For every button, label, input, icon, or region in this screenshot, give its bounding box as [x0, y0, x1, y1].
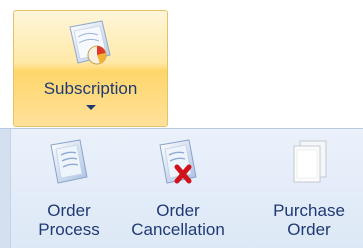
subscription-dropdown: Order Process Order Cancellation Purchas… — [0, 128, 363, 248]
dropdown-arrow-icon[interactable] — [86, 105, 96, 110]
menu-item-order-cancellation[interactable]: Order Cancellation — [128, 137, 228, 248]
menu-item-order-process[interactable]: Order Process — [19, 137, 119, 248]
order-process-icon — [50, 139, 88, 184]
order-cancellation-icon — [159, 139, 197, 184]
menu-item-purchase-order[interactable]: Purchase Order — [259, 137, 359, 248]
subscription-button[interactable]: Subscription — [13, 10, 168, 127]
order-cancellation-label-line1: Order — [156, 201, 200, 220]
subscription-label: Subscription — [43, 79, 138, 98]
order-process-label-line1: Order — [47, 201, 91, 220]
subscription-icon — [69, 20, 111, 65]
purchase-order-label-line2: Order — [287, 220, 331, 239]
dropdown-rail — [0, 129, 11, 248]
purchase-order-icon — [293, 140, 327, 183]
order-cancellation-label-line2: Cancellation — [131, 220, 225, 239]
order-process-label-line2: Process — [38, 220, 100, 239]
purchase-order-label-line1: Purchase — [273, 201, 345, 220]
screen: Subscription Order Process Order Cancell… — [0, 0, 363, 248]
